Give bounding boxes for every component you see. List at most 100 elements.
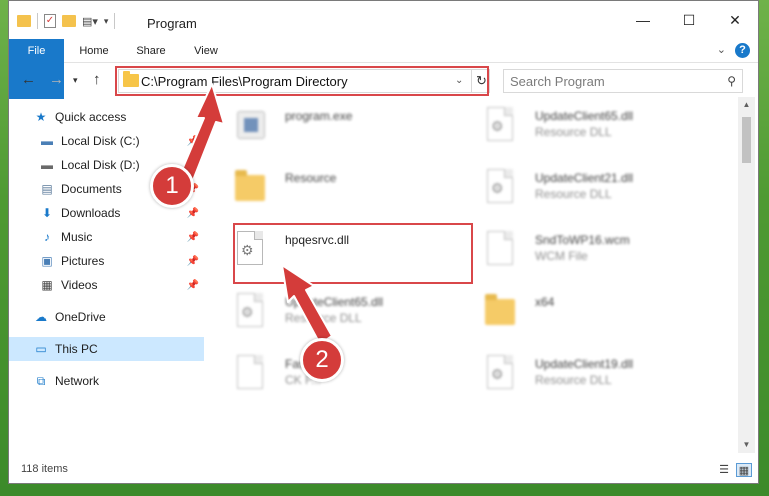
sidebar-item-label: Local Disk (D:) — [61, 158, 140, 172]
scroll-down-icon[interactable]: ▼ — [738, 437, 755, 453]
address-highlight-box — [115, 66, 489, 96]
search-box[interactable]: Search Program ⚲ — [503, 69, 743, 93]
file-item[interactable]: ⚙ UpdateClient65.dll Resource DLL — [469, 97, 709, 157]
file-name: UpdateClient65.dll — [285, 295, 384, 309]
file-name: UpdateClient21.dll — [535, 171, 634, 185]
file-icon — [483, 231, 517, 271]
dll-icon: ⚙ — [483, 355, 517, 395]
sidebar-item-videos[interactable]: ▦ Videos 📌 — [9, 273, 204, 297]
file-item[interactable]: ⚙ UpdateClient19.dll Resource DLL — [469, 345, 709, 405]
divider — [37, 13, 38, 29]
up-icon[interactable]: ↑ — [93, 71, 101, 88]
star-icon: ★ — [35, 110, 47, 124]
videos-icon: ▦ — [41, 278, 53, 292]
minimize-button[interactable]: — — [620, 1, 666, 39]
sidebar-item-label: Music — [61, 230, 93, 244]
recent-locations-icon[interactable]: ▾ — [73, 75, 78, 86]
sidebar-item-label: Downloads — [61, 206, 121, 220]
sidebar-item-network[interactable]: ⧉ Network — [9, 369, 204, 393]
folder-icon[interactable] — [17, 15, 31, 27]
file-type: Resource DLL — [535, 187, 612, 201]
network-icon: ⧉ — [36, 374, 46, 388]
file-item[interactable]: program.exe — [219, 97, 459, 157]
file-icon — [233, 355, 267, 395]
title-bar: ✓ ▤▾ ▾ Program — ☐ ✕ — [9, 1, 758, 39]
file-item[interactable]: ⚙ UpdateClient21.dll Resource DLL — [469, 159, 709, 219]
details-view-icon[interactable]: ☰ — [716, 463, 732, 477]
explorer-window: ✓ ▤▾ ▾ Program — ☐ ✕ File Home Share Vie… — [8, 0, 759, 484]
sidebar-item-label: Local Disk (C:) — [61, 134, 140, 148]
sidebar-item-local-disk-c[interactable]: ▬ Local Disk (C:) 📌 — [9, 129, 204, 153]
navigation-pane: ★ Quick access ▬ Local Disk (C:) 📌 ▬ Loc… — [9, 97, 204, 453]
file-item[interactable]: Resource — [219, 159, 459, 219]
music-icon: ♪ — [44, 230, 50, 244]
new-folder-icon[interactable] — [62, 15, 76, 27]
properties-icon[interactable]: ✓ — [44, 14, 56, 28]
tab-view[interactable]: View — [183, 39, 229, 63]
sidebar-item-music[interactable]: ♪ Music 📌 — [9, 225, 204, 249]
file-type: Resource DLL — [535, 373, 612, 387]
divider — [114, 13, 116, 29]
forward-icon[interactable]: → — [49, 71, 64, 88]
pin-icon: 📌 — [186, 207, 199, 219]
expand-ribbon-icon[interactable]: ⌄ — [717, 43, 726, 56]
file-item[interactable]: SndToWP16.wcm WCM File — [469, 221, 709, 281]
help-icon[interactable]: ? — [735, 43, 750, 58]
step-2-badge: 2 — [300, 338, 344, 382]
file-type: WCM File — [535, 249, 588, 263]
sidebar-item-pictures[interactable]: ▣ Pictures 📌 — [9, 249, 204, 273]
ribbon-tabs: File Home Share View ⌄ ? — [9, 39, 758, 99]
sidebar-item-label: This PC — [55, 342, 98, 356]
sidebar-item-label: Pictures — [61, 254, 105, 268]
tab-home[interactable]: Home — [69, 39, 119, 63]
scroll-thumb[interactable] — [742, 117, 751, 163]
pc-icon: ▭ — [35, 342, 47, 356]
documents-icon: ▤ — [41, 182, 53, 196]
close-button[interactable]: ✕ — [712, 1, 758, 39]
maximize-button[interactable]: ☐ — [666, 1, 712, 39]
downloads-icon: ⬇ — [41, 206, 53, 220]
pictures-icon: ▣ — [41, 254, 53, 268]
dll-icon: ⚙ — [483, 107, 517, 147]
pin-icon: 📌 — [186, 279, 199, 291]
file-highlight-box — [233, 223, 473, 284]
qat-dropdown-icon[interactable]: ▾ — [104, 16, 109, 27]
exe-icon — [233, 107, 267, 147]
sidebar-item-quick-access[interactable]: ★ Quick access — [9, 105, 204, 129]
pin-icon: 📌 — [186, 135, 199, 147]
vertical-scrollbar[interactable]: ▲ ▼ — [738, 97, 755, 453]
sidebar-item-label: Videos — [61, 278, 98, 292]
folder-icon — [483, 293, 517, 333]
window-title: Program — [147, 16, 197, 31]
item-count: 118 items — [21, 463, 68, 475]
pin-icon: 📌 — [186, 255, 199, 267]
folder-icon — [233, 169, 267, 209]
dll-icon: ⚙ — [483, 169, 517, 209]
file-name: UpdateClient19.dll — [535, 357, 634, 371]
drive-icon: ▬ — [41, 134, 53, 148]
file-item[interactable]: ⚙ UpdateClient65.dll Resource DLL — [219, 283, 459, 343]
file-name: Resource — [285, 171, 337, 185]
quick-access-toolbar: ✓ ▤▾ ▾ — [17, 13, 116, 29]
sidebar-item-label: Network — [55, 374, 100, 388]
navigation-bar: ← → ▾ ↑ C:\Program Files\Program Directo… — [9, 63, 758, 97]
file-type: Resource DLL — [535, 125, 612, 139]
pin-icon: 📌 — [186, 231, 199, 243]
sidebar-item-onedrive[interactable]: ☁ OneDrive — [9, 305, 204, 329]
tab-share[interactable]: Share — [127, 39, 175, 63]
file-item[interactable]: x64 — [469, 283, 709, 343]
sidebar-item-label: Quick access — [55, 110, 127, 124]
cloud-icon: ☁ — [35, 310, 47, 324]
search-icon[interactable]: ⚲ — [727, 74, 736, 88]
scroll-up-icon[interactable]: ▲ — [738, 97, 755, 113]
large-icons-view-icon[interactable]: ▦ — [736, 463, 752, 477]
dll-icon: ⚙ — [233, 293, 267, 333]
sidebar-item-label: Documents — [61, 182, 122, 196]
back-icon[interactable]: ← — [21, 71, 36, 88]
customize-icon[interactable]: ▤▾ — [82, 15, 98, 28]
sidebar-item-label: OneDrive — [55, 310, 106, 324]
file-name: UpdateClient65.dll — [535, 109, 634, 123]
file-name: x64 — [535, 295, 555, 309]
search-input[interactable]: Search Program — [510, 74, 605, 89]
sidebar-item-this-pc[interactable]: ▭ This PC — [9, 337, 204, 361]
